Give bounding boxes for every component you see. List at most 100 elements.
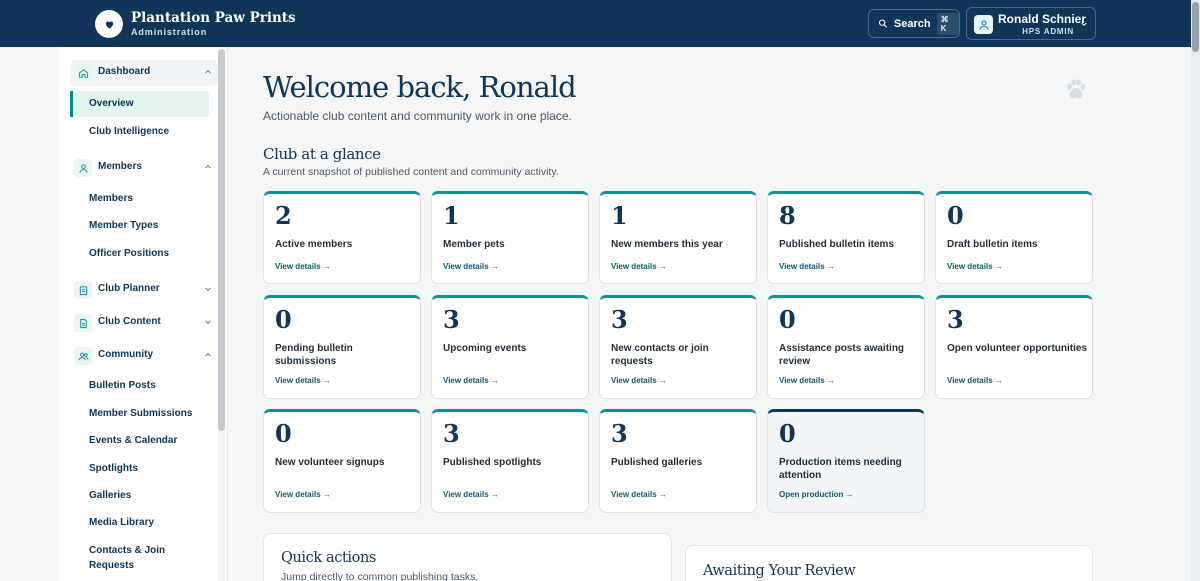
stat-label: Member pets: [443, 239, 505, 250]
stat-label: Open volunteer opportunities: [947, 343, 1088, 354]
stat-card-new-contacts[interactable]: 3 New contacts or join requests View det…: [599, 295, 757, 399]
open-production-link[interactable]: Open production →: [779, 490, 854, 499]
view-details-link[interactable]: View details →: [611, 376, 667, 385]
sidebar-scrollbar[interactable]: [218, 49, 225, 581]
awaiting-review-title: Awaiting Your Review: [703, 563, 856, 579]
sidebar-section-label: Members: [98, 161, 142, 172]
sidebar-item-contacts-join-requests[interactable]: Contacts & Join Requests: [89, 543, 179, 573]
chevron-down-icon: [205, 320, 211, 325]
sidebar-section-label: Community: [98, 349, 153, 360]
quick-actions-subtitle: Jump directly to common publishing tasks…: [281, 571, 479, 581]
sidebar-item-club-intelligence[interactable]: Club Intelligence: [89, 126, 169, 137]
search-button[interactable]: Search ⌘ K: [868, 9, 960, 38]
sidebar-item-bulletin-posts[interactable]: Bulletin Posts: [89, 380, 156, 391]
sidebar-item-media-library[interactable]: Media Library: [89, 517, 154, 528]
stat-card-member-pets[interactable]: 1 Member pets View details →: [431, 191, 589, 284]
stat-label: New volunteer signups: [275, 457, 385, 468]
stat-card-draft-bulletin[interactable]: 0 Draft bulletin items View details →: [935, 191, 1093, 284]
window-scrollbar[interactable]: [1191, 0, 1200, 581]
user-menu-button[interactable]: Ronald Schnier HPS ADMIN: [966, 7, 1096, 40]
chevron-up-icon: [205, 69, 211, 74]
stat-value: 3: [947, 305, 964, 334]
sidebar-section-community[interactable]: Community: [70, 343, 218, 369]
sidebar-section-dashboard[interactable]: Dashboard: [70, 60, 218, 86]
view-details-link[interactable]: View details →: [947, 262, 1003, 271]
user-icon: [978, 19, 989, 30]
sidebar-item-galleries[interactable]: Galleries: [89, 490, 131, 501]
sidebar-item-spotlights[interactable]: Spotlights: [89, 463, 138, 474]
view-details-link[interactable]: View details →: [611, 262, 667, 271]
stat-label: New members this year: [611, 239, 723, 250]
stat-card-new-members[interactable]: 1 New members this year View details →: [599, 191, 757, 284]
window-scrollbar-thumb[interactable]: [1192, 2, 1199, 52]
search-icon: [878, 19, 888, 28]
stat-card-published-galleries[interactable]: 3 Published galleries View details →: [599, 409, 757, 513]
view-details-link[interactable]: View details →: [779, 376, 835, 385]
stat-card-production-items[interactable]: 0 Production items needing attention Ope…: [767, 409, 925, 513]
view-details-link[interactable]: View details →: [947, 376, 1003, 385]
stat-card-volunteer-opportunities[interactable]: 3 Open volunteer opportunities View deta…: [935, 295, 1093, 399]
stat-label: Upcoming events: [443, 343, 527, 354]
stat-value: 3: [443, 419, 460, 448]
chevron-down-icon: [1081, 22, 1087, 27]
stat-label: Published spotlights: [443, 457, 542, 468]
stat-card-active-members[interactable]: 2 Active members View details →: [263, 191, 421, 284]
stat-value: 0: [779, 419, 796, 448]
stat-label: Pending bulletin submissions: [275, 343, 353, 367]
stat-card-upcoming-events[interactable]: 3 Upcoming events View details →: [431, 295, 589, 399]
view-details-link[interactable]: View details →: [275, 262, 331, 271]
document-icon: [74, 314, 92, 332]
sidebar-section-club-planner[interactable]: Club Planner: [70, 277, 218, 303]
view-details-link[interactable]: View details →: [443, 262, 499, 271]
chevron-up-icon: [205, 352, 211, 357]
sidebar-section-label: Dashboard: [98, 66, 151, 77]
sidebar-section-label: Club Planner: [98, 283, 160, 294]
brand-subtitle: Administration: [131, 27, 208, 37]
sidebar-item-member-submissions[interactable]: Member Submissions: [89, 408, 192, 419]
stat-value: 3: [611, 305, 628, 334]
glance-subtitle: A current snapshot of published content …: [263, 166, 559, 178]
logo[interactable]: [95, 10, 123, 38]
sidebar-item-overview[interactable]: Overview: [70, 91, 209, 117]
view-details-link[interactable]: View details →: [779, 262, 835, 271]
top-bar: Plantation Paw Prints Administration Sea…: [0, 0, 1191, 47]
brand-name: Plantation Paw Prints: [131, 10, 296, 26]
search-shortcut: ⌘ K: [936, 12, 959, 35]
stat-value: 0: [275, 305, 292, 334]
sidebar-scrollbar-thumb[interactable]: [218, 49, 225, 431]
chevron-up-icon: [205, 164, 211, 169]
user-name: Ronald Schnier: [998, 12, 1087, 26]
stat-card-assistance-posts[interactable]: 0 Assistance posts awaiting review View …: [767, 295, 925, 399]
stat-label: Draft bulletin items: [947, 239, 1038, 250]
stat-card-published-spotlights[interactable]: 3 Published spotlights View details →: [431, 409, 589, 513]
sidebar-item-member-types[interactable]: Member Types: [89, 220, 158, 231]
stat-label: Production items needing attention: [779, 457, 902, 481]
stat-value: 2: [275, 201, 292, 230]
view-details-link[interactable]: View details →: [275, 490, 331, 499]
stat-label: New contacts or join requests: [611, 343, 709, 367]
stat-card-pending-submissions[interactable]: 0 Pending bulletin submissions View deta…: [263, 295, 421, 399]
stat-value: 8: [779, 201, 796, 230]
users-icon: [74, 347, 92, 365]
sidebar-item-members[interactable]: Members: [89, 193, 133, 204]
stat-card-volunteer-signups[interactable]: 0 New volunteer signups View details →: [263, 409, 421, 513]
view-details-link[interactable]: View details →: [443, 490, 499, 499]
view-details-link[interactable]: View details →: [443, 376, 499, 385]
sidebar-item-events-calendar[interactable]: Events & Calendar: [89, 435, 177, 446]
stat-value: 1: [443, 201, 460, 230]
stat-label: Assistance posts awaiting review: [779, 343, 905, 367]
view-details-link[interactable]: View details →: [275, 376, 331, 385]
user-icon: [74, 159, 92, 177]
sidebar-section-club-content[interactable]: Club Content: [70, 310, 218, 336]
stat-card-published-bulletin[interactable]: 8 Published bulletin items View details …: [767, 191, 925, 284]
sidebar-section-label: Club Content: [98, 316, 161, 327]
paw-icon: [1067, 79, 1086, 99]
sidebar-section-members[interactable]: Members: [70, 155, 218, 181]
search-label: Search: [893, 17, 931, 30]
view-details-link[interactable]: View details →: [611, 490, 667, 499]
sidebar-item-officer-positions[interactable]: Officer Positions: [89, 248, 169, 259]
stat-label: Published bulletin items: [779, 239, 895, 250]
stat-value: 3: [443, 305, 460, 334]
stat-value: 0: [779, 305, 796, 334]
stat-value: 1: [611, 201, 628, 230]
